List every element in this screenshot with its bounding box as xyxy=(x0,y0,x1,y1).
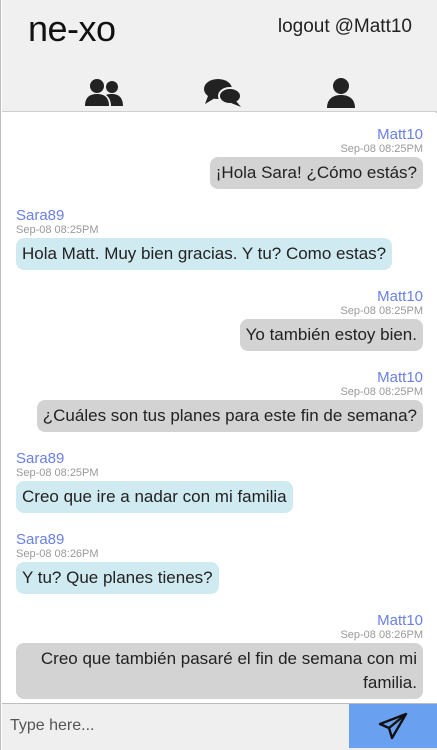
message-timestamp: Sep-08 08:25PM xyxy=(340,305,423,317)
nav-profile[interactable] xyxy=(319,76,363,110)
message-item: Sara89 Sep-08 08:26PM Y tu? Que planes t… xyxy=(2,532,437,594)
users-icon xyxy=(85,79,123,106)
message-timestamp: Sep-08 08:25PM xyxy=(16,467,99,479)
message-author: Sara89 xyxy=(16,450,65,467)
message-item: Matt10 Sep-08 08:25PM ¡Hola Sara! ¿Cómo … xyxy=(2,127,437,189)
message-bubble: ¡Hola Sara! ¿Cómo estás? xyxy=(209,157,423,189)
chat-app: ne-xo logout @Matt10 Matt10 Sep-08 08:25… xyxy=(0,0,437,750)
app-logo: ne-xo xyxy=(28,8,116,49)
user-icon xyxy=(327,78,355,108)
nav-bar xyxy=(2,72,437,112)
message-author: Matt10 xyxy=(377,612,423,629)
paper-plane-icon xyxy=(378,712,408,740)
message-author: Matt10 xyxy=(377,126,423,143)
logout-area: logout @Matt10 xyxy=(278,16,412,38)
logout-link[interactable]: logout xyxy=(278,16,330,37)
send-button[interactable] xyxy=(349,704,437,748)
message-input[interactable] xyxy=(2,704,349,748)
message-timestamp: Sep-08 08:25PM xyxy=(340,143,423,155)
message-bubble: Y tu? Que planes tienes? xyxy=(16,562,219,594)
nav-chats[interactable] xyxy=(201,76,245,110)
message-item: Matt10 Sep-08 08:25PM Yo también estoy b… xyxy=(2,289,437,351)
message-item: Matt10 Sep-08 08:25PM ¿Cuáles son tus pl… xyxy=(2,370,437,432)
message-author: Sara89 xyxy=(16,207,65,224)
header: ne-xo logout @Matt10 xyxy=(2,0,437,112)
message-author: Matt10 xyxy=(377,288,423,305)
message-composer xyxy=(2,703,437,750)
message-timestamp: Sep-08 08:25PM xyxy=(16,224,99,236)
message-timestamp: Sep-08 08:26PM xyxy=(16,548,99,560)
message-item: Sara89 Sep-08 08:25PM Creo que ire a nad… xyxy=(2,451,437,513)
current-username: @Matt10 xyxy=(334,16,412,37)
message-author: Matt10 xyxy=(377,369,423,386)
message-bubble: Creo que ire a nadar con mi familia xyxy=(16,481,293,513)
message-bubble: ¿Cuáles son tus planes para este fin de … xyxy=(36,400,423,432)
chat-bubbles-icon xyxy=(204,79,242,107)
message-list[interactable]: Matt10 Sep-08 08:25PM ¡Hola Sara! ¿Cómo … xyxy=(2,113,437,703)
message-author: Sara89 xyxy=(16,531,65,548)
message-timestamp: Sep-08 08:25PM xyxy=(340,386,423,398)
message-bubble: Yo también estoy bien. xyxy=(239,319,423,351)
message-bubble: Hola Matt. Muy bien gracias. Y tu? Como … xyxy=(16,238,393,270)
message-item: Sara89 Sep-08 08:25PM Hola Matt. Muy bie… xyxy=(2,208,437,270)
message-bubble: Creo que también pasaré el fin de semana… xyxy=(16,643,423,699)
nav-users[interactable] xyxy=(82,76,126,110)
message-item: Matt10 Sep-08 08:26PM Creo que también p… xyxy=(2,613,437,699)
message-timestamp: Sep-08 08:26PM xyxy=(340,629,423,641)
